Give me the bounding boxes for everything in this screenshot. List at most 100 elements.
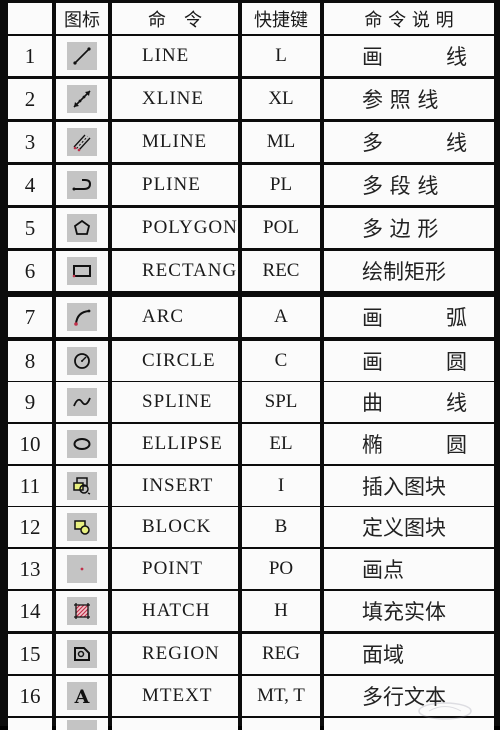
command-cell: POLYGON — [112, 208, 238, 248]
table-row: 13 POINT PO 画点 — [8, 549, 496, 589]
icon-background — [67, 597, 97, 625]
header-index — [8, 3, 52, 34]
command-table-image: 图标 命 令 快捷键 命 令 说 明 1 LINE L 画 线 2 XLINE XL 参 照 … — [0, 0, 500, 730]
icon-cell — [56, 122, 108, 162]
polygon-icon — [73, 219, 91, 235]
icon-background — [67, 42, 97, 70]
description-cell: 绘制矩形 — [324, 251, 494, 291]
index-cell: 13 — [8, 549, 52, 589]
table-row: 3 MLINE ML 多 线 — [8, 122, 496, 162]
table-row: 8 CIRCLE C 画 圆 — [8, 341, 496, 381]
icon-cell — [56, 507, 108, 547]
icon-background: A — [67, 682, 97, 710]
table-row: 15 REGION REG 面域 — [8, 634, 496, 674]
shortcut-cell: H — [242, 591, 320, 631]
command-cell: RECTANG — [112, 251, 238, 291]
table-row: 12 BLOCK B 定义图块 — [8, 507, 496, 547]
header-icon: 图标 — [56, 3, 108, 34]
mline-icon — [73, 134, 91, 152]
rectangle-icon — [72, 265, 91, 278]
description-cell: 椭 圆 — [324, 424, 494, 464]
icon-background — [67, 640, 97, 668]
icon-background — [67, 513, 97, 541]
shortcut-cell: EL — [242, 424, 320, 464]
shortcut-cell: I — [242, 466, 320, 506]
shortcut-cell: REC — [242, 251, 320, 291]
command-cell: BLOCK — [112, 507, 238, 547]
description-cell: 填充实体 — [324, 591, 494, 631]
command-cell: PLINE — [112, 165, 238, 205]
header-shortcut: 快捷键 — [242, 3, 320, 34]
command-cell: HATCH — [112, 591, 238, 631]
command-cell: ARC — [112, 297, 238, 337]
icon-background — [67, 85, 97, 113]
icon-background — [67, 303, 97, 331]
index-cell: 16 — [8, 676, 52, 716]
shortcut-cell: POL — [242, 208, 320, 248]
shortcut-cell: B — [242, 507, 320, 547]
header-description: 命 令 说 明 — [324, 3, 494, 34]
line-icon — [73, 47, 91, 65]
region-icon — [74, 647, 90, 661]
icon-background — [67, 430, 97, 458]
index-cell: 12 — [8, 507, 52, 547]
table-header-row: 图标 命 令 快捷键 命 令 说 明 — [8, 3, 496, 34]
icon-background — [67, 128, 97, 156]
icon-cell — [56, 591, 108, 631]
icon-background — [67, 257, 97, 285]
command-cell: LINE — [112, 36, 238, 76]
point-icon — [80, 567, 84, 571]
description-cell: 插入图块 — [324, 466, 494, 506]
shortcut-cell: C — [242, 341, 320, 381]
description-cell: 面域 — [324, 634, 494, 674]
icon-cell — [56, 549, 108, 589]
table-row: 14 HATCH H 填充实体 — [8, 591, 496, 631]
description-cell: 画 弧 — [324, 297, 494, 337]
shortcut-cell: L — [242, 36, 320, 76]
icon-cell — [56, 165, 108, 205]
table-row: 5 POLYGON POL 多 边 形 — [8, 208, 496, 248]
shortcut-cell: PL — [242, 165, 320, 205]
icon-cell — [56, 297, 108, 337]
description-cell: 画 线 — [324, 36, 494, 76]
svg-text:A: A — [74, 686, 90, 707]
index-cell: 7 — [8, 297, 52, 337]
icon-background — [67, 555, 97, 583]
circle-icon — [74, 353, 90, 369]
ellipse-icon — [73, 438, 91, 450]
description-cell: 多 边 形 — [324, 208, 494, 248]
table-row: 9 SPLINE SPL 曲 线 — [8, 382, 496, 422]
description-cell: 画 圆 — [324, 341, 494, 381]
index-cell: 5 — [8, 208, 52, 248]
icon-cell — [56, 382, 108, 422]
spline-icon — [73, 397, 91, 407]
shortcut-cell — [242, 718, 320, 730]
shortcut-cell: PO — [242, 549, 320, 589]
shortcut-cell: SPL — [242, 382, 320, 422]
icon-cell — [56, 466, 108, 506]
icon-background — [67, 171, 97, 199]
command-cell: ELLIPSE — [112, 424, 238, 464]
hatch-icon — [74, 603, 90, 619]
description-cell: 画点 — [324, 549, 494, 589]
command-cell: XLINE — [112, 79, 238, 119]
description-cell: 多 线 — [324, 122, 494, 162]
index-cell: 4 — [8, 165, 52, 205]
icon-cell — [56, 634, 108, 674]
header-command: 命 令 — [112, 3, 238, 34]
table-row: 11 INSERT I 插入图块 — [8, 466, 496, 506]
index-cell: 10 — [8, 424, 52, 464]
table-row: 4 PLINE PL 多 段 线 — [8, 165, 496, 205]
icon-background — [67, 347, 97, 375]
mtext-icon: A — [74, 686, 90, 707]
make-block-icon — [74, 520, 90, 535]
index-cell: 3 — [8, 122, 52, 162]
command-cell: INSERT — [112, 466, 238, 506]
command-cell: POINT — [112, 549, 238, 589]
insert-block-icon — [73, 477, 91, 495]
index-cell: 14 — [8, 591, 52, 631]
index-cell: 9 — [8, 382, 52, 422]
description-cell: 定义图块 — [324, 507, 494, 547]
index-cell: 8 — [8, 341, 52, 381]
shortcut-cell: REG — [242, 634, 320, 674]
